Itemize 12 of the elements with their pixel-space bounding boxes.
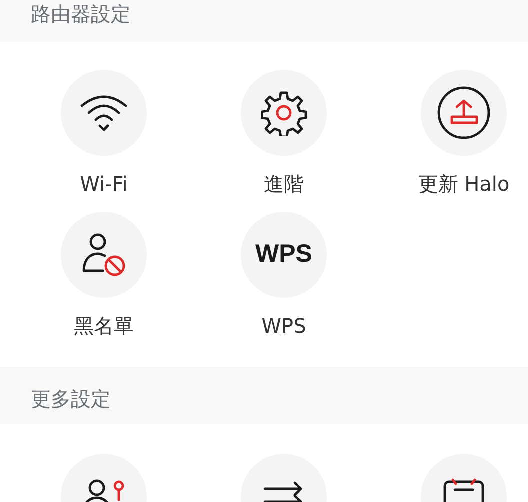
- upload-icon: [437, 86, 491, 140]
- tile-label[interactable]: 進階: [264, 172, 304, 196]
- tile-label[interactable]: WPS: [262, 314, 306, 338]
- section-title: 路由器設定: [31, 2, 131, 26]
- section-title: 更多設定: [31, 387, 111, 411]
- tile-label[interactable]: 黑名單: [74, 314, 134, 338]
- tile-label[interactable]: Wi-Fi: [80, 172, 128, 196]
- wifi-icon: [79, 93, 129, 133]
- wps-button[interactable]: WPS: [241, 212, 327, 298]
- blocked-user-icon: [81, 232, 127, 278]
- settings-icon: [261, 90, 307, 136]
- tile-label[interactable]: 更新 Halo: [418, 172, 510, 196]
